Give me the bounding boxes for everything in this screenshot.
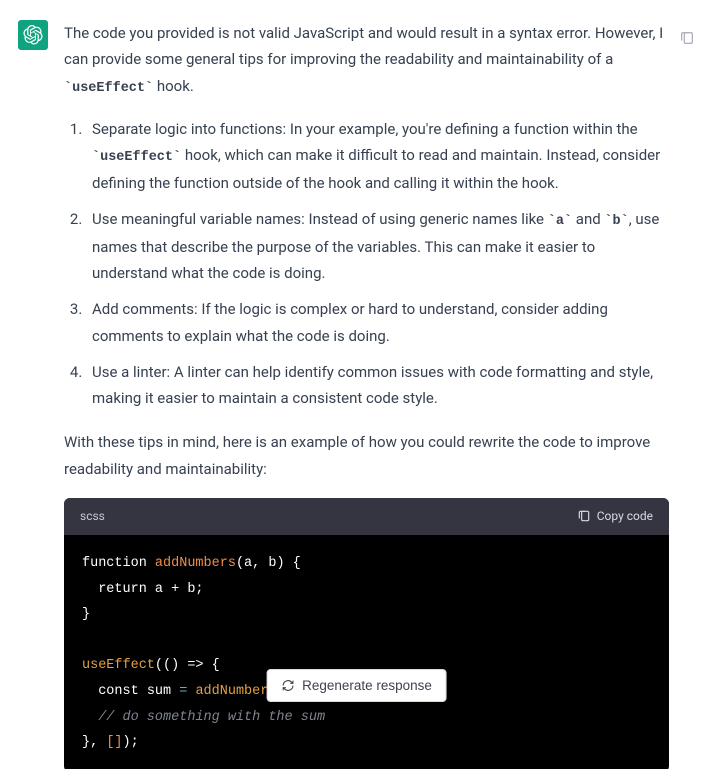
message-content: The code you provided is not valid JavaS… (64, 20, 697, 769)
intro-text-2: hook. (153, 77, 194, 95)
refresh-icon (281, 679, 294, 692)
tip-item-4: Use a linter: A linter can help identify… (86, 359, 669, 412)
tip-item-3: Add comments: If the logic is complex or… (86, 296, 669, 349)
inline-code-useeffect: `useEffect` (64, 81, 153, 96)
tip2-text-mid: and (572, 210, 604, 228)
copy-message-button[interactable] (679, 28, 695, 44)
copy-code-button[interactable]: Copy code (577, 506, 653, 527)
intro-paragraph: The code you provided is not valid JavaS… (64, 20, 669, 100)
tok-final-close: ); (123, 735, 139, 750)
clipboard-icon (577, 509, 591, 523)
tok-brace-close: } (82, 607, 90, 622)
tok-close-brace: }, (82, 735, 106, 750)
code-header: scss Copy code (64, 498, 669, 535)
tok-brace-open: { (285, 556, 301, 571)
tip2-code1: `a` (548, 214, 572, 229)
copy-code-label: Copy code (597, 506, 653, 527)
assistant-avatar (18, 20, 48, 50)
tip2-text-a: Use meaningful variable names: Instead o… (92, 210, 548, 228)
tok-const: const (82, 684, 139, 699)
code-language-label: scss (80, 506, 105, 527)
intro-text-1: The code you provided is not valid JavaS… (64, 24, 663, 68)
tip-item-2: Use meaningful variable names: Instead o… (86, 206, 669, 286)
tip-item-1: Separate logic into functions: In your e… (86, 116, 669, 196)
tok-arr: [] (106, 735, 122, 750)
tok-useeffect: useEffect (82, 658, 155, 673)
tok-fn-name: addNumbers (155, 556, 236, 571)
tok-sum: sum (139, 684, 180, 699)
assistant-message: The code you provided is not valid JavaS… (0, 0, 713, 769)
tok-params: (a, b) (236, 556, 285, 571)
tok-arrow-open: (() => { (155, 658, 220, 673)
regenerate-response-button[interactable]: Regenerate response (266, 669, 447, 702)
openai-logo-icon (23, 25, 43, 45)
regenerate-label: Regenerate response (302, 678, 432, 693)
tok-expr: a + b; (147, 582, 204, 597)
tip1-text-a: Separate logic into functions: In your e… (92, 120, 638, 138)
tok-comment: // do something with the sum (82, 710, 325, 725)
outro-paragraph: With these tips in mind, here is an exam… (64, 429, 669, 482)
code-block: scss Copy code function addNumbers(a, b)… (64, 498, 669, 769)
tok-call-add: addNumbers (195, 684, 276, 699)
code-body: function addNumbers(a, b) { return a + b… (64, 535, 669, 769)
clipboard-icon (679, 30, 695, 46)
tips-list: Separate logic into functions: In your e… (64, 116, 669, 411)
tok-function: function (82, 556, 147, 571)
tip1-code: `useEffect` (92, 150, 181, 165)
tok-return: return (82, 582, 147, 597)
tip2-code2: `b` (604, 214, 628, 229)
